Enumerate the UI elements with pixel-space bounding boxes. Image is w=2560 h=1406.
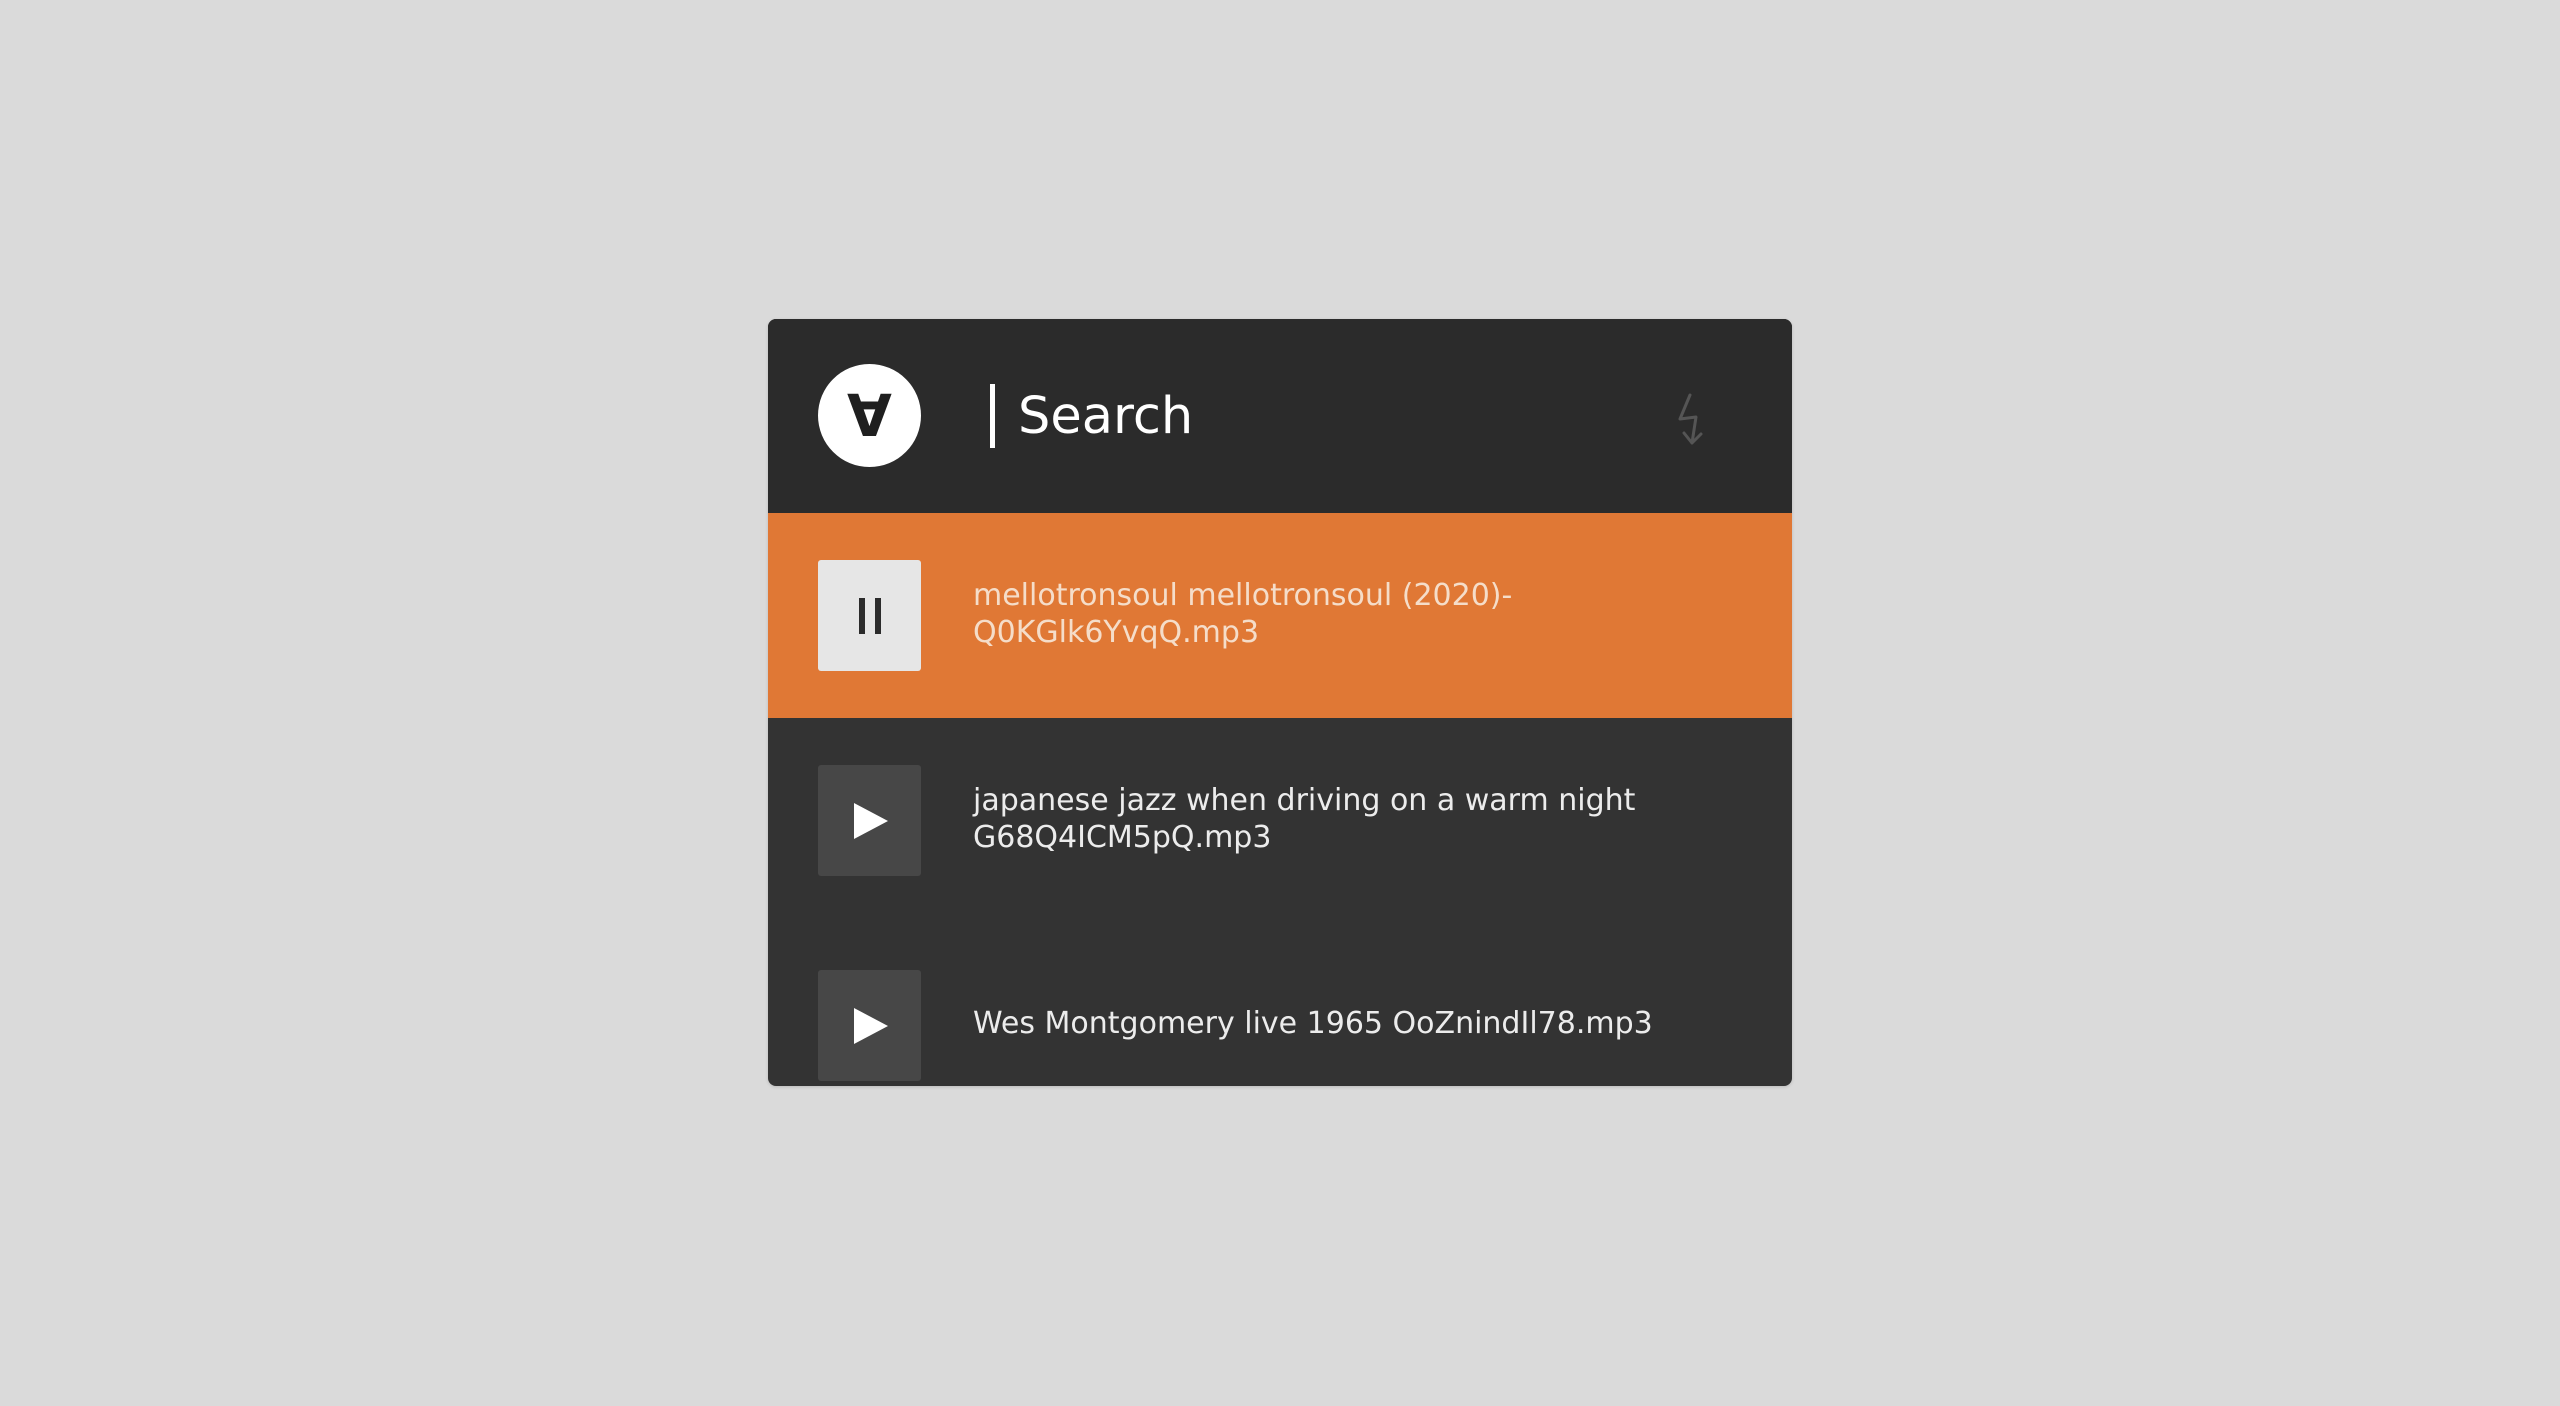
track-row[interactable]: Wes Montgomery live 1965 OoZnindIl78.mp3: [768, 923, 1792, 1086]
search-header: ∀: [768, 319, 1792, 513]
track-title: mellotronsoul mellotronsoul (2020)-Q0KGl…: [973, 578, 1513, 650]
pause-button[interactable]: [818, 560, 921, 671]
logo-button[interactable]: ∀: [818, 364, 921, 467]
play-button[interactable]: [818, 765, 921, 876]
track-title: Wes Montgomery live 1965 OoZnindIl78.mp3: [973, 1005, 1653, 1041]
text-cursor: [990, 384, 995, 448]
pause-icon: [858, 597, 881, 634]
for-all-logo-icon: ∀: [847, 381, 892, 450]
play-icon: [853, 802, 888, 839]
play-button[interactable]: [818, 970, 921, 1081]
track-title: japanese jazz when driving on a warm nig…: [973, 783, 1636, 855]
track-row[interactable]: japanese jazz when driving on a warm nig…: [768, 718, 1792, 923]
track-row[interactable]: mellotronsoul mellotronsoul (2020)-Q0KGl…: [768, 513, 1792, 718]
player-panel: ∀ mellotronsoul mellotronsoul (2020)-Q0K…: [768, 319, 1792, 1086]
search-input[interactable]: [1018, 381, 1618, 451]
lightning-bolt-icon[interactable]: [1670, 391, 1720, 447]
play-icon: [853, 1007, 888, 1044]
